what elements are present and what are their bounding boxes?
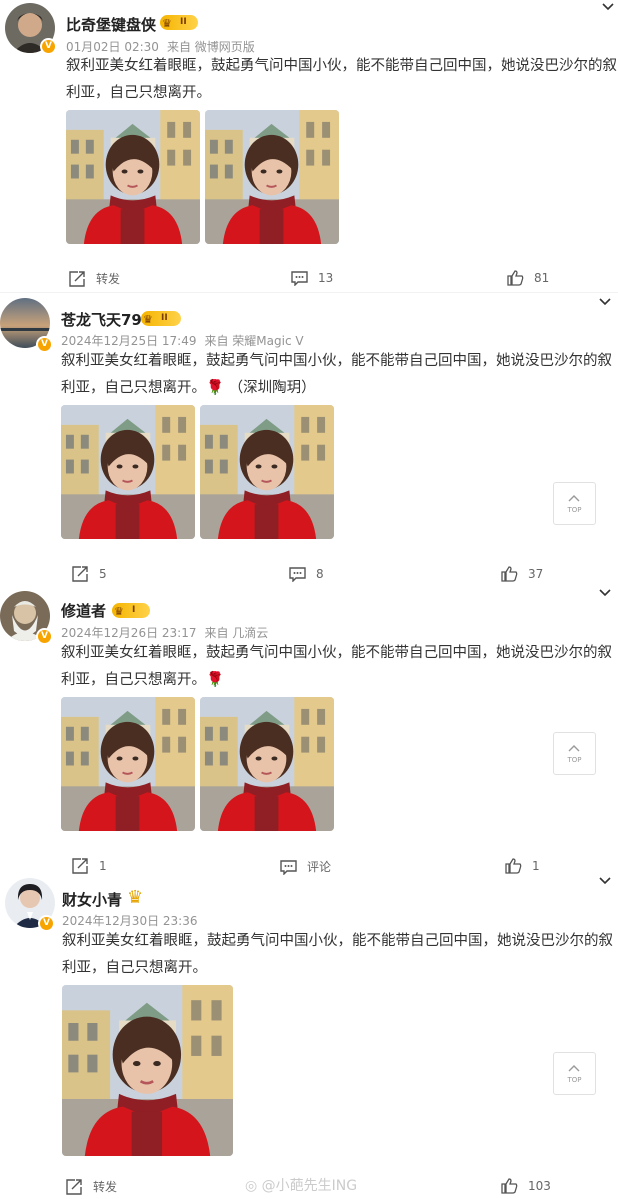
post-image[interactable] (62, 985, 233, 1156)
username[interactable]: 修道者 (61, 600, 106, 621)
post-2: V 苍龙飞天79 ♛ II 2024年12月25日 17:49 来自 荣耀Magic… (0, 293, 618, 593)
level-badge: ♛ II (141, 311, 181, 326)
back-to-top-button[interactable]: TOP (553, 482, 596, 525)
crown-icon: ♛ (114, 605, 124, 618)
post-text: 叙利亚美女红着眼眶，鼓起勇气问中国小伙，能不能带自己回中国，她说没巴沙尔的叙 利亚… (66, 58, 617, 101)
post-image[interactable] (61, 697, 195, 831)
post-meta: 2024年12月25日 17:49 来自 荣耀Magic V (61, 332, 312, 349)
comment-icon (291, 271, 308, 286)
post-source: 来自 荣耀Magic V (204, 334, 304, 348)
post-meta: 2024年12月26日 23:17 来自 几滴云 (61, 624, 276, 641)
like-button[interactable]: 81 (507, 270, 549, 286)
post-1: V 比奇堡键盘侠 ♛ II 01月02日 02:30 来自 微博网页版 叙利亚美女红… (0, 0, 618, 293)
post-date[interactable]: 2024年12月25日 17:49 (61, 334, 196, 348)
username[interactable]: 苍龙飞天79 (61, 309, 142, 330)
weibo-logo-icon: ◎ (245, 1178, 258, 1194)
crown-icon: ♛ (162, 17, 172, 30)
like-button[interactable]: 37 (501, 566, 543, 582)
chevron-down-icon[interactable] (598, 586, 612, 600)
comment-button[interactable]: 13 (291, 270, 333, 286)
post-image[interactable] (200, 405, 334, 539)
repost-icon (66, 1178, 82, 1195)
crown-icon: ♛ (143, 313, 153, 326)
like-icon (501, 566, 518, 582)
post-3: V 修道者 ♛ I 2024年12月26日 23:17 来自 几滴云 叙利亚美女红着… (0, 584, 618, 875)
post-text: 叙利亚美女红着眼眶，鼓起勇气问中国小伙，能不能带自己回中国，她说没巴沙尔的叙 利亚… (62, 933, 613, 976)
like-icon (507, 270, 524, 286)
chevron-down-icon[interactable] (598, 295, 612, 309)
level-badge: ♛ I (112, 603, 150, 618)
like-icon (501, 1178, 518, 1194)
arrow-up-icon (568, 1065, 580, 1072)
back-to-top-button[interactable]: TOP (553, 732, 596, 775)
post-source: 来自 几滴云 (204, 626, 269, 640)
chevron-down-icon[interactable] (598, 874, 612, 888)
chevron-down-icon[interactable] (601, 0, 615, 14)
verified-badge: V (36, 336, 53, 353)
repost-button[interactable]: 转发 (69, 270, 120, 287)
repost-icon (69, 270, 85, 287)
post-date[interactable]: 01月02日 02:30 (66, 40, 159, 54)
comment-button[interactable]: 8 (289, 566, 324, 582)
arrow-up-icon (568, 745, 580, 752)
verified-badge: V (40, 38, 57, 55)
watermark: ◎ @小葩先生ING (245, 1178, 358, 1194)
post-date[interactable]: 2024年12月26日 23:17 (61, 626, 196, 640)
post-4: V 财女小青 ♛ 2024年12月30日 23:36 叙利亚美女红着眼眶，鼓起勇… (0, 870, 618, 1199)
verified-badge: V (38, 915, 55, 932)
username[interactable]: 比奇堡键盘侠 (66, 14, 156, 35)
repost-button[interactable]: 5 (72, 566, 107, 582)
back-to-top-button[interactable]: TOP (553, 1052, 596, 1095)
like-button[interactable]: 103 (501, 1178, 551, 1194)
verified-badge: V (36, 628, 53, 645)
comment-icon (289, 567, 306, 582)
arrow-up-icon (568, 495, 580, 502)
post-text: 叙利亚美女红着眼眶，鼓起勇气问中国小伙，能不能带自己回中国，她说没巴沙尔的叙 利亚… (61, 353, 612, 396)
post-text: 叙利亚美女红着眼眶，鼓起勇气问中国小伙，能不能带自己回中国，她说没巴沙尔的叙 利亚… (61, 645, 612, 688)
post-source: 来自 微博网页版 (166, 40, 255, 54)
level-badge: ♛ II (160, 15, 198, 30)
username[interactable]: 财女小青 (62, 889, 122, 910)
post-image[interactable] (61, 405, 195, 539)
post-image[interactable] (205, 110, 339, 244)
post-date[interactable]: 2024年12月30日 23:36 (62, 914, 197, 928)
post-image[interactable] (200, 697, 334, 831)
crown-icon: ♛ (127, 887, 144, 908)
repost-button[interactable]: 转发 (66, 1178, 117, 1195)
repost-icon (72, 566, 88, 582)
post-meta: 2024年12月30日 23:36 (62, 912, 205, 929)
post-image[interactable] (66, 110, 200, 244)
